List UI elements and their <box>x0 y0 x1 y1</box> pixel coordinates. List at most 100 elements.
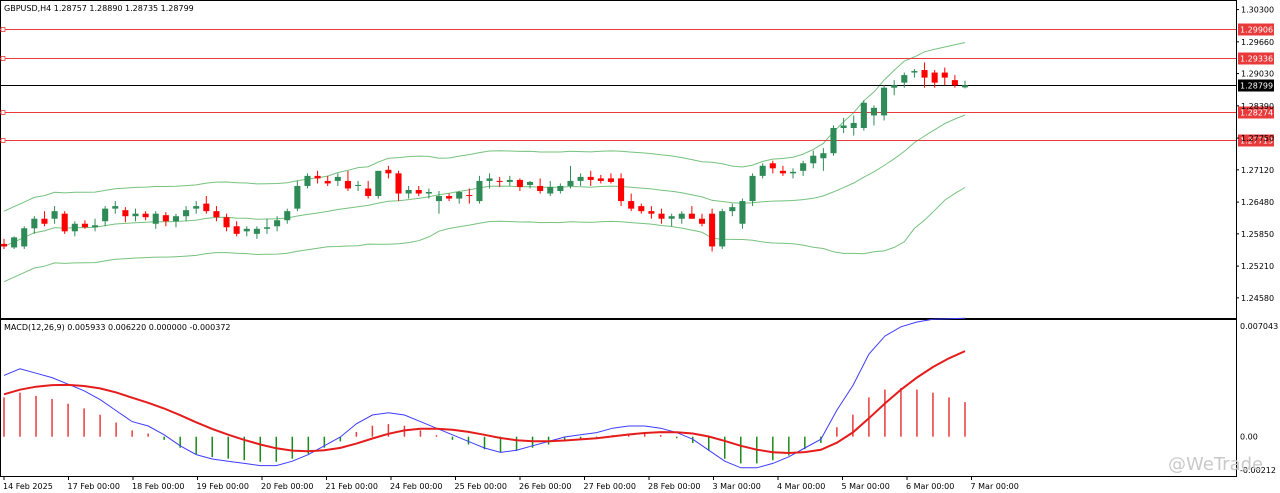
candle <box>102 208 109 222</box>
candle <box>132 213 139 217</box>
price-axis: 1.30300 1.29660 1.29030 1.28390 1.27750 1.271… <box>1236 6 1278 475</box>
watermark: @WeTrade <box>1168 454 1263 475</box>
candle <box>597 178 604 181</box>
time-tick-label: 3 Mar 00:00 <box>713 482 761 491</box>
candle <box>709 213 716 247</box>
time-tick-label: 5 Mar 00:00 <box>842 482 890 491</box>
candle <box>921 70 928 78</box>
candle <box>152 213 159 224</box>
candle <box>243 228 250 232</box>
candle <box>628 201 635 209</box>
candle <box>112 206 119 209</box>
time-tick-label: 6 Mar 00:00 <box>906 482 954 491</box>
macd-pane <box>0 319 1237 477</box>
candle <box>334 176 341 181</box>
candle <box>951 80 958 86</box>
hline-handle[interactable] <box>0 56 6 61</box>
price-tick-label: 1.27120 <box>1241 166 1274 175</box>
candle <box>405 189 412 194</box>
time-tick-label: 4 Mar 00:00 <box>777 482 825 491</box>
time-axis: 14 Feb 2025 17 Feb 00:00 18 Feb 00:00 19 Fe… <box>3 476 1019 491</box>
candle <box>537 185 544 191</box>
candle <box>223 217 230 228</box>
candle <box>31 218 38 229</box>
candle <box>638 206 645 212</box>
hline-handle[interactable] <box>0 110 6 115</box>
candle <box>122 210 129 217</box>
candle <box>466 195 473 197</box>
candle <box>729 207 736 212</box>
candle <box>456 192 463 199</box>
main-header: GBPUSD,H4 1.28757 1.28890 1.28735 1.2879… <box>4 4 194 13</box>
candle <box>476 180 483 202</box>
candle <box>719 211 726 247</box>
candle <box>274 220 281 227</box>
time-tick-label: 19 Feb 00:00 <box>197 482 249 491</box>
candle <box>587 176 594 180</box>
candle <box>931 72 938 83</box>
candle <box>183 210 190 217</box>
candle <box>941 72 948 78</box>
candle <box>668 216 675 219</box>
candle <box>870 107 877 116</box>
candle <box>547 186 554 194</box>
candle <box>304 175 311 186</box>
candle <box>162 215 169 222</box>
candle <box>81 223 88 228</box>
candle <box>911 71 918 73</box>
candle <box>769 163 776 169</box>
candle <box>203 203 210 212</box>
candle <box>506 179 513 182</box>
candle <box>688 213 695 219</box>
candle <box>618 178 625 202</box>
candle <box>375 170 382 197</box>
candle <box>71 223 78 232</box>
time-tick-label: 27 Feb 00:00 <box>584 482 636 491</box>
price-tick-label: 1.27750 <box>1241 134 1274 143</box>
price-tick-label: 1.30300 <box>1241 6 1274 15</box>
candle <box>142 213 149 218</box>
candle <box>435 196 443 202</box>
candle <box>496 180 503 182</box>
macd-tick-label: 0.007043 <box>1240 322 1278 331</box>
candle <box>41 218 48 224</box>
time-tick-label: 26 Feb 00:00 <box>519 482 571 491</box>
time-tick-label: 28 Feb 00:00 <box>648 482 700 491</box>
candle <box>193 206 200 209</box>
candle <box>759 165 766 176</box>
hline-label: 1.29906 <box>1240 26 1273 35</box>
price-tick-label: 1.29660 <box>1241 38 1274 47</box>
candle <box>860 102 867 128</box>
candle <box>658 213 665 219</box>
hline-label: 1.28799 <box>1240 82 1273 91</box>
candle <box>789 171 797 174</box>
candle <box>61 213 68 232</box>
candle <box>486 178 493 181</box>
time-tick-label: 7 Mar 00:00 <box>971 482 1019 491</box>
candle <box>253 228 260 234</box>
candle <box>51 211 58 219</box>
time-tick-label: 25 Feb 00:00 <box>455 482 507 491</box>
candle <box>284 211 291 221</box>
candle <box>648 211 655 214</box>
macd-header: MACD(12,26,9) 0.005933 0.006220 0.000000… <box>4 323 231 332</box>
candle <box>425 192 432 194</box>
candle <box>344 180 351 189</box>
candle <box>607 178 614 182</box>
price-tick-label: 1.24580 <box>1241 294 1274 303</box>
candle <box>314 175 321 179</box>
price-tick-label: 1.28390 <box>1241 102 1274 111</box>
candle <box>678 213 685 219</box>
price-tick-label: 1.25210 <box>1241 262 1274 271</box>
candle <box>294 185 301 209</box>
price-tick-label: 1.26480 <box>1241 198 1274 207</box>
candle <box>0 243 8 247</box>
candle <box>172 216 180 222</box>
hline-handle[interactable] <box>0 138 6 143</box>
candle <box>395 173 402 194</box>
candle <box>213 211 220 218</box>
candle <box>385 169 392 174</box>
candle <box>355 184 362 186</box>
candle <box>891 85 898 88</box>
hline-handle[interactable] <box>0 27 6 32</box>
